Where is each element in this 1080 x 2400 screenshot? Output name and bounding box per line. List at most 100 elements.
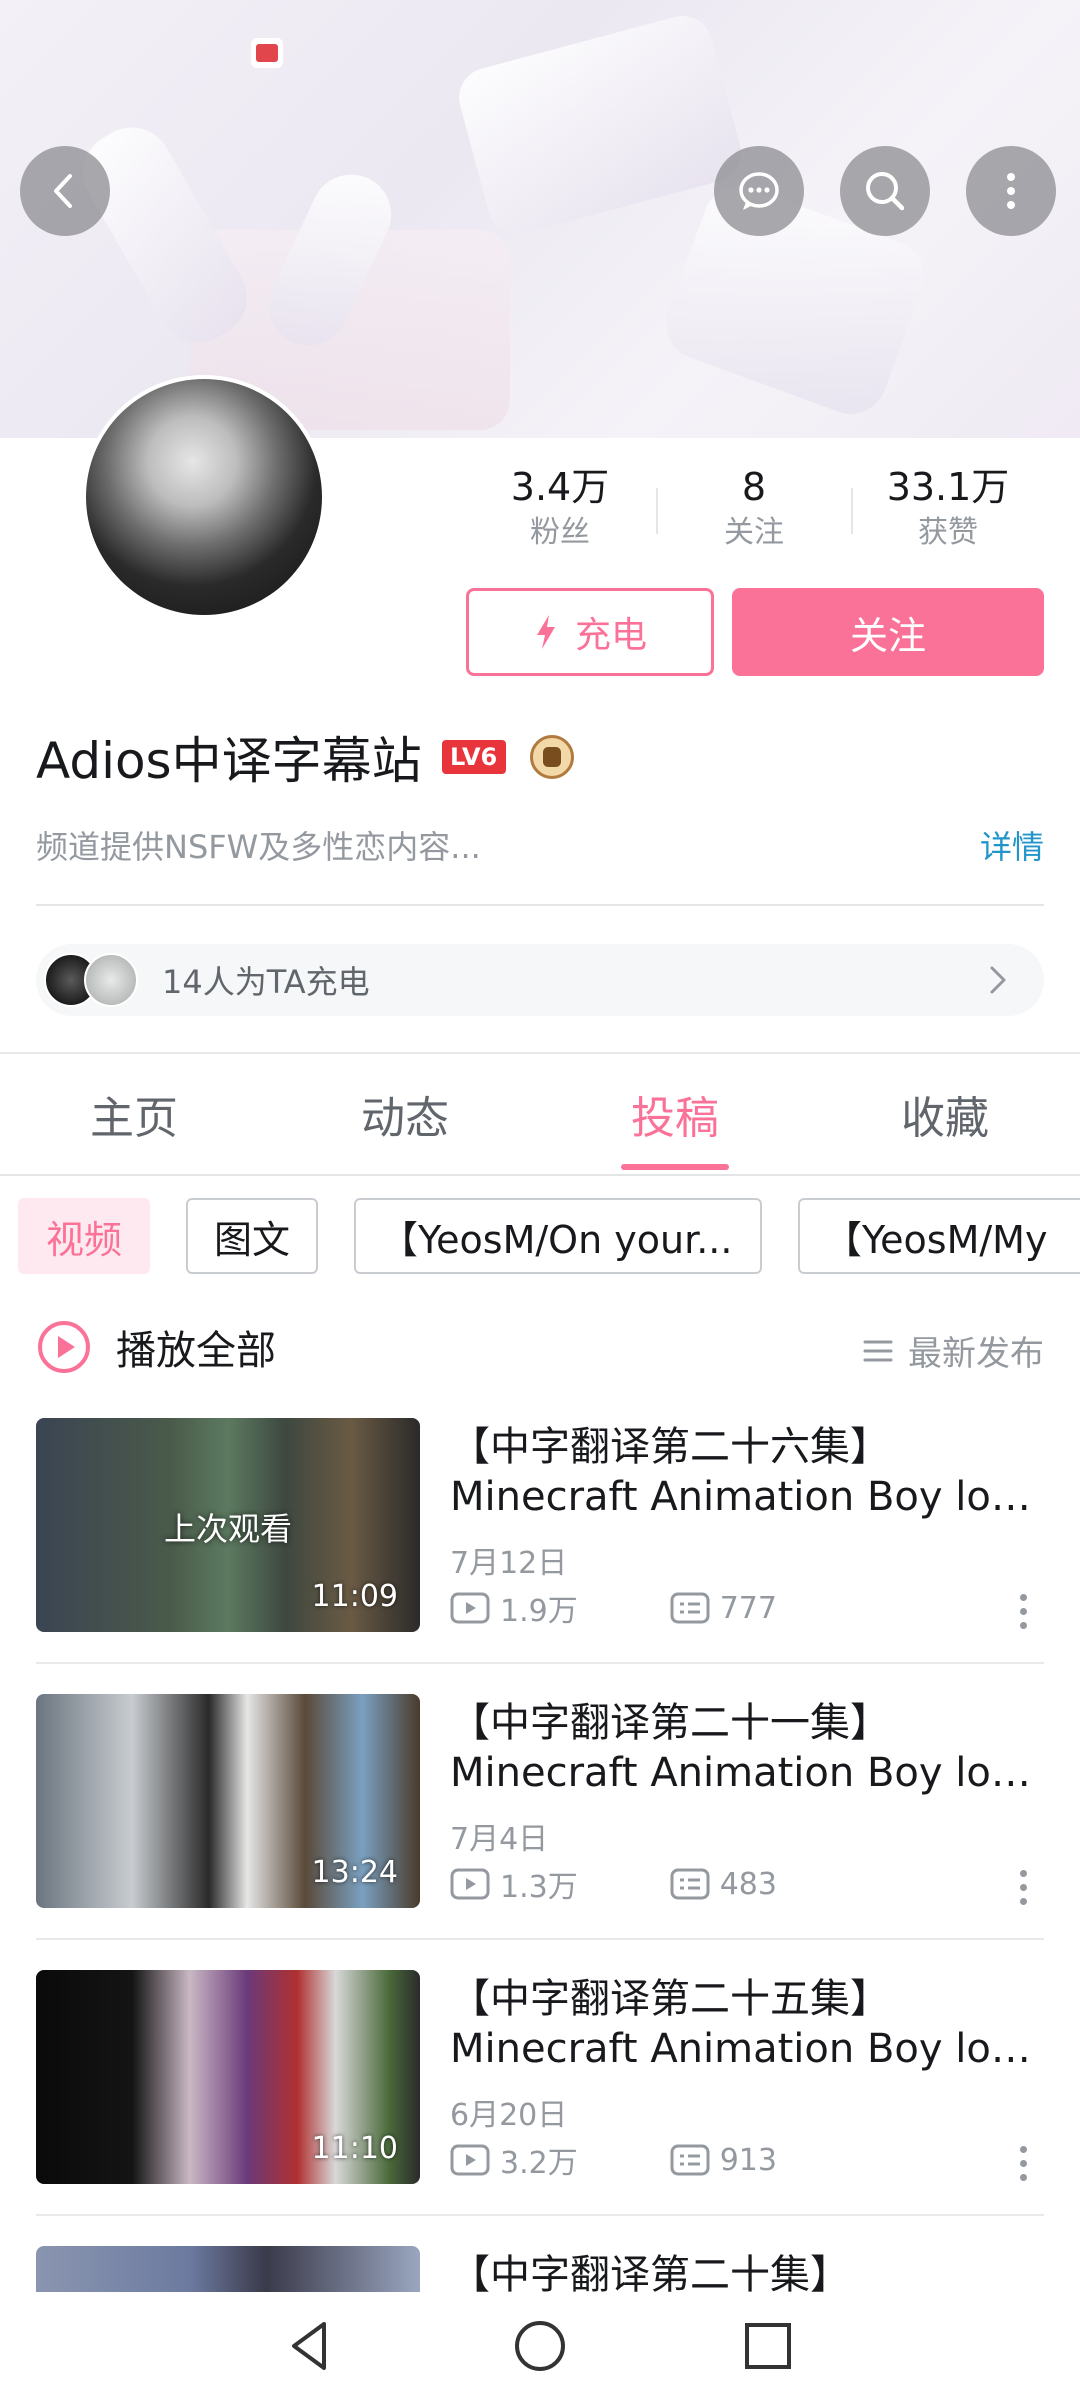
avatar-image (86, 379, 322, 615)
more-vertical-icon[interactable] (1020, 1870, 1030, 1910)
follow-button-label: 关注 (849, 613, 926, 658)
video-thumbnail: 上次观看 11:09 (36, 1418, 420, 1632)
chip-video[interactable]: 视频 (18, 1198, 150, 1274)
search-icon (866, 172, 905, 211)
stat-divider (851, 488, 853, 534)
video-duration: 11:09 (311, 1579, 398, 1614)
stat-following[interactable]: 8 关注 (664, 462, 844, 554)
play-count-icon (450, 1592, 490, 1624)
tab-favorites[interactable]: 收藏 (845, 1082, 1045, 1146)
chip-collection[interactable]: 【YeosM/On your... (354, 1198, 762, 1274)
video-meta: 1.9万 777 (450, 1586, 777, 1630)
video-thumbnail: 11:10 (36, 1970, 420, 2184)
divider (36, 2214, 1044, 2216)
charge-supporters-row[interactable]: 14人为TA充电 (36, 944, 1044, 1016)
play-count-icon (450, 2144, 490, 2176)
video-title: Minecraft Animation Boy love/... (450, 2026, 1044, 2072)
charge-button-label: 充电 (574, 615, 647, 656)
detail-link[interactable]: 详情 (980, 822, 1044, 868)
sort-label: 最新发布 (908, 1334, 1044, 1374)
channel-sign: 频道提供NSFW及多性恋内容... (36, 828, 481, 866)
video-meta: 1.3万 483 (450, 1862, 777, 1906)
last-watched-overlay: 上次观看 (163, 1510, 292, 1548)
comment-count: 777 (719, 1590, 777, 1626)
video-date: 7月12日 (450, 1546, 568, 1581)
video-title: 【中字翻译第二十集】 (450, 2252, 850, 2292)
lightning-icon (536, 615, 555, 649)
divider (36, 904, 1044, 906)
divider (0, 1174, 1080, 1176)
video-title: Minecraft Animation Boy love/... (450, 1474, 1044, 1520)
level-badge: LV6 (441, 740, 506, 774)
stat-value: 3.4万 (510, 465, 610, 509)
video-duration: 11:10 (311, 2131, 398, 2166)
profile-tabs: 主页 动态 投稿 收藏 (0, 1062, 1080, 1166)
chip-article[interactable]: 图文 (186, 1198, 318, 1274)
view-count: 1.3万 (500, 1870, 578, 1905)
stat-label: 获赞 (918, 515, 978, 550)
follow-button[interactable]: 关注 (732, 588, 1044, 676)
stat-fans[interactable]: 3.4万 粉丝 (470, 462, 650, 554)
supporter-avatar (84, 953, 138, 1007)
comment-count: 483 (719, 1866, 777, 1902)
tab-uploads[interactable]: 投稿 (575, 1082, 775, 1146)
video-meta: 3.2万 913 (450, 2138, 777, 2182)
tab-home[interactable]: 主页 (34, 1082, 234, 1146)
view-count: 3.2万 (500, 2146, 578, 2181)
play-all-button[interactable]: 播放全部 (36, 1316, 276, 1378)
banner-decoration (452, 9, 748, 241)
comment-icon (670, 1868, 710, 1900)
charge-summary: 14人为TA充电 (162, 963, 370, 1001)
avatar[interactable] (82, 375, 326, 619)
stat-label: 粉丝 (530, 515, 590, 550)
video-duration: 13:24 (311, 1855, 398, 1890)
sort-button[interactable]: 最新发布 (862, 1326, 1044, 1375)
name-row: Adios中译字幕站 LV6 (36, 722, 574, 792)
system-nav-bar (0, 2292, 1080, 2400)
message-button[interactable] (714, 146, 804, 236)
stat-likes: 33.1万 获赞 (858, 462, 1038, 554)
stat-value: 33.1万 (886, 465, 1010, 509)
video-title: 【中字翻译第二十六集】 (450, 1424, 890, 1470)
list-icon (863, 1340, 893, 1361)
chat-bubble-icon (739, 172, 779, 210)
more-vertical-icon (1007, 173, 1015, 209)
more-vertical-icon[interactable] (1020, 2146, 1030, 2186)
stat-divider (656, 488, 658, 534)
video-title: 【中字翻译第二十五集】 (450, 1976, 890, 2022)
fist-icon[interactable] (529, 735, 574, 779)
video-item[interactable]: 13:24 【中字翻译第二十一集】 Minecraft Animation Bo… (36, 1694, 1044, 1908)
comment-count: 913 (719, 2142, 777, 2178)
chip-collection[interactable]: 【YeosM/My (798, 1198, 1080, 1274)
video-date: 6月20日 (450, 2098, 568, 2133)
divider (36, 1938, 1044, 1940)
video-title: 【中字翻译第二十一集】 (450, 1700, 890, 1746)
book-icon (251, 38, 283, 68)
video-thumbnail: 13:24 (36, 1694, 420, 1908)
video-item[interactable]: 11:10 【中字翻译第二十五集】 Minecraft Animation Bo… (36, 1970, 1044, 2184)
nav-home-icon[interactable] (510, 2316, 570, 2376)
back-button[interactable] (20, 146, 110, 236)
tab-dynamic[interactable]: 动态 (305, 1082, 505, 1146)
divider (36, 1662, 1044, 1664)
chevron-right-icon (990, 966, 1006, 994)
stat-label: 关注 (724, 515, 784, 550)
active-tab-indicator (621, 1164, 729, 1170)
video-item[interactable]: 上次观看 11:09 【中字翻译第二十六集】 Minecraft Animati… (36, 1418, 1044, 1632)
charge-button[interactable]: 充电 (466, 588, 714, 676)
comment-icon (670, 1592, 710, 1624)
channel-name: Adios中译字幕站 (36, 732, 422, 790)
video-item[interactable]: 【中字翻译第二十集】 (36, 2246, 1044, 2292)
nav-recents-icon[interactable] (738, 2316, 798, 2376)
stat-value: 8 (741, 465, 767, 509)
more-vertical-icon[interactable] (1020, 1594, 1030, 1634)
more-button[interactable] (966, 146, 1056, 236)
video-thumbnail (36, 2246, 420, 2292)
play-circle-icon (38, 1321, 90, 1373)
chevron-left-icon (54, 174, 72, 208)
search-button[interactable] (840, 146, 930, 236)
video-title: Minecraft Animation Boy love/... (450, 1750, 1044, 1796)
nav-back-icon[interactable] (280, 2316, 340, 2376)
video-date: 7月4日 (450, 1822, 549, 1857)
comment-icon (670, 2144, 710, 2176)
